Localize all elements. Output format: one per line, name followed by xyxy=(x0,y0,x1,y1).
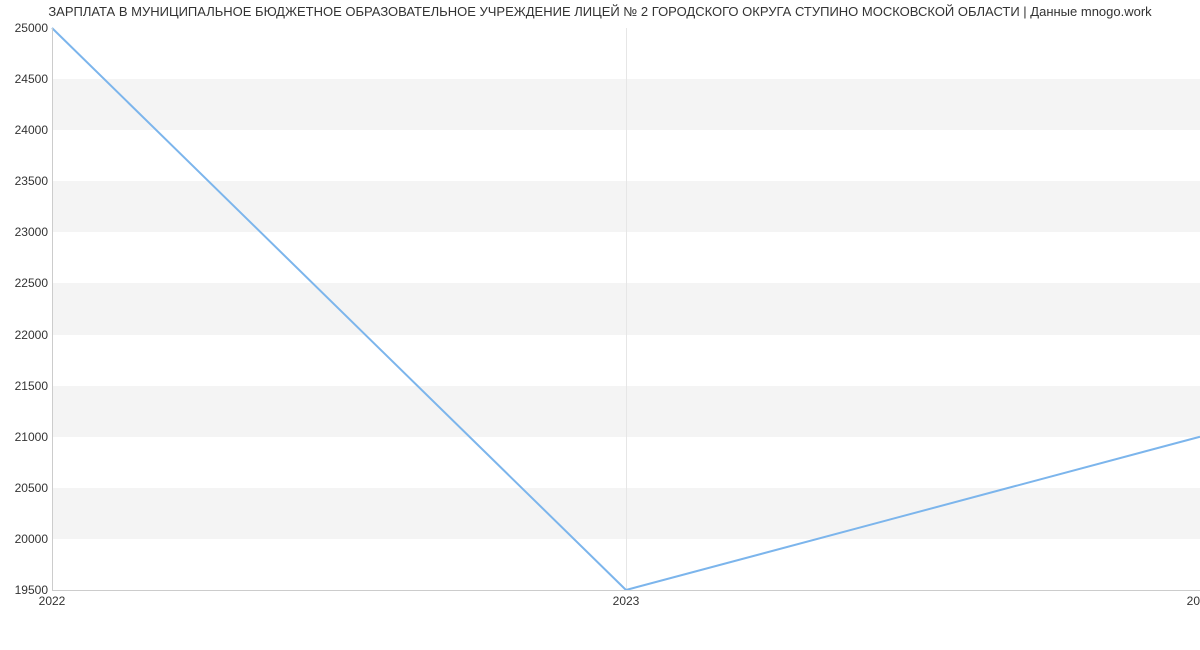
y-tick-label: 21500 xyxy=(15,379,48,393)
line-series xyxy=(52,28,1200,590)
x-tick-label: 2024 xyxy=(1187,594,1200,608)
y-tick-label: 22000 xyxy=(15,328,48,342)
plot-area xyxy=(52,28,1200,590)
chart-title: ЗАРПЛАТА В МУНИЦИПАЛЬНОЕ БЮДЖЕТНОЕ ОБРАЗ… xyxy=(48,4,1151,19)
x-axis-line xyxy=(52,590,1200,591)
y-tick-label: 22500 xyxy=(15,276,48,290)
y-tick-label: 24500 xyxy=(15,72,48,86)
y-tick-label: 23000 xyxy=(15,225,48,239)
y-tick-label: 25000 xyxy=(15,21,48,35)
x-tick-label: 2023 xyxy=(613,594,640,608)
y-axis-line xyxy=(52,28,53,590)
y-tick-label: 21000 xyxy=(15,430,48,444)
chart-container: ЗАРПЛАТА В МУНИЦИПАЛЬНОЕ БЮДЖЕТНОЕ ОБРАЗ… xyxy=(0,0,1200,650)
y-tick-label: 20000 xyxy=(15,532,48,546)
x-tick-label: 2022 xyxy=(39,594,66,608)
y-tick-label: 24000 xyxy=(15,123,48,137)
y-tick-label: 20500 xyxy=(15,481,48,495)
y-tick-label: 23500 xyxy=(15,174,48,188)
